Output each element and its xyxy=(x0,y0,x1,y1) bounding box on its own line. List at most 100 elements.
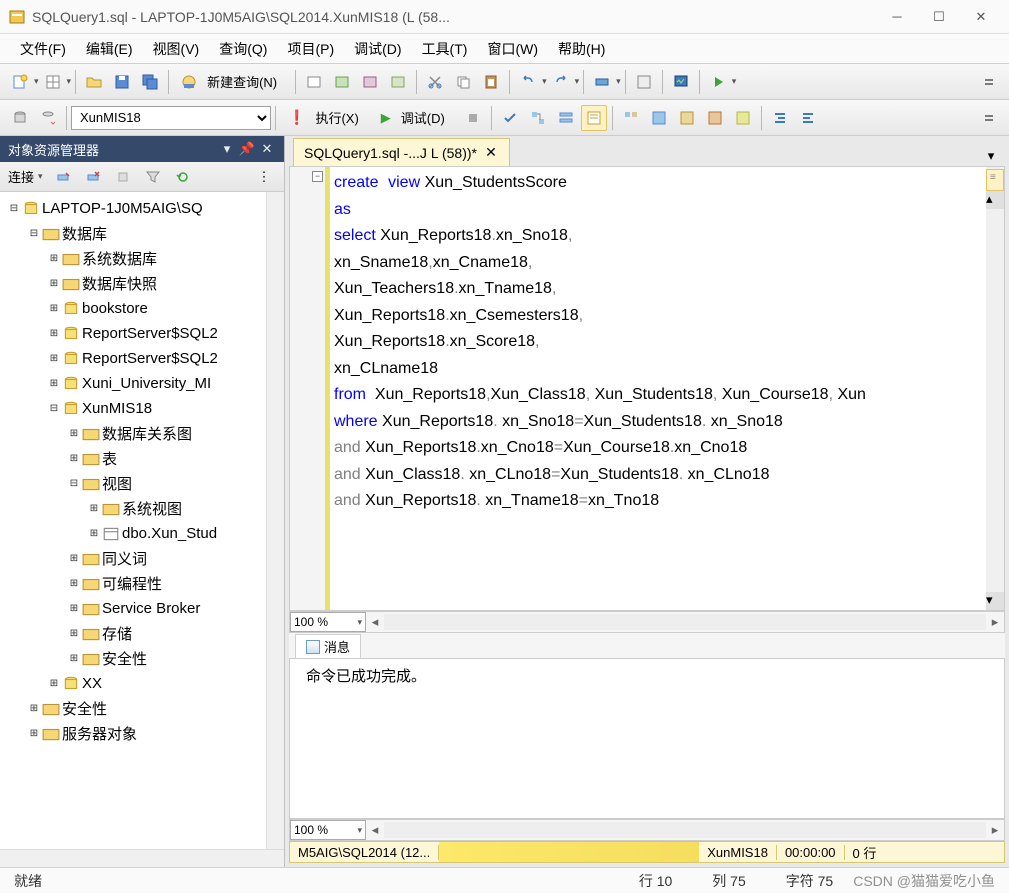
tb-icon-1[interactable] xyxy=(301,69,327,95)
execute-button[interactable]: ❗ 执行(X) xyxy=(281,105,372,131)
messages-pane[interactable]: 命令已成功完成。 xyxy=(289,659,1005,819)
options-icon[interactable] xyxy=(553,105,579,131)
tb-icon-2[interactable] xyxy=(329,69,355,95)
tree-horizontal-scrollbar[interactable] xyxy=(0,849,284,867)
copy-icon[interactable] xyxy=(450,69,476,95)
stop-icon[interactable] xyxy=(460,105,486,131)
tree-databases[interactable]: 数据库 xyxy=(0,221,266,246)
tab-close-icon[interactable]: ✕ xyxy=(483,145,499,161)
editor-margin[interactable]: − xyxy=(290,167,330,610)
undo-icon[interactable] xyxy=(515,69,541,95)
tree-vertical-scrollbar[interactable] xyxy=(266,192,284,849)
tree-db-rs1[interactable]: ReportServer$SQL2 xyxy=(0,321,266,346)
overflow-icon-2[interactable] xyxy=(976,105,1002,131)
sql-editor[interactable]: create view Xun_StudentsScore as select … xyxy=(330,167,986,610)
nav-back-icon[interactable] xyxy=(589,69,615,95)
redo-icon[interactable] xyxy=(548,69,574,95)
menu-tools[interactable]: 工具(T) xyxy=(412,36,478,62)
tree-snapshots[interactable]: 数据库快照 xyxy=(0,271,266,296)
tree-system-views[interactable]: 系统视图 xyxy=(0,496,266,521)
tree-db-security[interactable]: 安全性 xyxy=(0,646,266,671)
results-horizontal-scrollbar[interactable] xyxy=(384,822,986,838)
overflow-icon[interactable] xyxy=(976,69,1002,95)
db-change-icon[interactable] xyxy=(35,105,61,131)
res-hscroll-left-icon[interactable]: ◂ xyxy=(366,822,384,838)
tree-views[interactable]: 视图 xyxy=(0,471,266,496)
editor-horizontal-scrollbar[interactable] xyxy=(384,614,986,630)
menu-edit[interactable]: 编辑(E) xyxy=(76,36,143,62)
tree-security[interactable]: 安全性 xyxy=(0,696,266,721)
oe-overflow-icon[interactable]: ⋮ xyxy=(251,164,277,190)
results-tab-messages[interactable]: 消息 xyxy=(295,634,361,658)
tree-tables[interactable]: 表 xyxy=(0,446,266,471)
outdent-icon[interactable] xyxy=(795,105,821,131)
tb2-icon-a[interactable] xyxy=(618,105,644,131)
start-icon[interactable] xyxy=(705,69,731,95)
tree-server-objects[interactable]: 服务器对象 xyxy=(0,721,266,746)
tb2-icon-d[interactable] xyxy=(702,105,728,131)
tree-service-broker[interactable]: Service Broker xyxy=(0,596,266,621)
hscroll-left-icon[interactable]: ◂ xyxy=(366,614,384,630)
tree-server[interactable]: LAPTOP-1J0M5AIG\SQ xyxy=(0,196,266,221)
tree-db-xunmis18[interactable]: XunMIS18 xyxy=(0,396,266,421)
close-button[interactable]: ✕ xyxy=(961,3,1001,31)
oe-connect-icon[interactable] xyxy=(50,164,76,190)
new-query-button[interactable]: 新建查询(N) xyxy=(174,69,290,95)
save-all-icon[interactable] xyxy=(137,69,163,95)
maximize-button[interactable]: ☐ xyxy=(919,3,959,31)
panel-pin-icon[interactable]: 📌 xyxy=(238,140,256,158)
tree-db-xuni[interactable]: Xuni_University_MI xyxy=(0,371,266,396)
tb2-icon-e[interactable] xyxy=(730,105,756,131)
zoom-dropdown[interactable]: 100 % xyxy=(290,612,366,632)
indent-icon[interactable] xyxy=(767,105,793,131)
save-icon[interactable] xyxy=(109,69,135,95)
tree-db-bookstore[interactable]: bookstore xyxy=(0,296,266,321)
tab-sqlquery1[interactable]: SQLQuery1.sql -...J L (58))* ✕ xyxy=(293,138,510,166)
object-tree[interactable]: LAPTOP-1J0M5AIG\SQ 数据库 系统数据库 数据库快照 books… xyxy=(0,192,266,849)
oe-filter-icon[interactable] xyxy=(140,164,166,190)
tree-diagrams[interactable]: 数据库关系图 xyxy=(0,421,266,446)
tree-db-rs2[interactable]: ReportServer$SQL2 xyxy=(0,346,266,371)
connect-label[interactable]: 连接 xyxy=(6,167,36,186)
oe-refresh-icon[interactable] xyxy=(170,164,196,190)
tree-storage[interactable]: 存储 xyxy=(0,621,266,646)
minimize-button[interactable]: ─ xyxy=(877,3,917,31)
menu-query[interactable]: 查询(Q) xyxy=(209,36,277,62)
tb-icon-3[interactable] xyxy=(357,69,383,95)
properties-icon[interactable] xyxy=(631,69,657,95)
menu-project[interactable]: 项目(P) xyxy=(277,36,344,62)
oe-disconnect-icon[interactable] xyxy=(80,164,106,190)
oe-stop-icon[interactable] xyxy=(110,164,136,190)
tree-view-dbo[interactable]: dbo.Xun_Stud xyxy=(0,521,266,546)
panel-close-icon[interactable]: ✕ xyxy=(258,140,276,158)
tree-programmability[interactable]: 可编程性 xyxy=(0,571,266,596)
tree-sysdb[interactable]: 系统数据库 xyxy=(0,246,266,271)
tab-overflow-icon[interactable]: ▾ xyxy=(981,146,1001,166)
panel-dropdown-icon[interactable]: ▾ xyxy=(218,140,236,158)
activity-monitor-icon[interactable] xyxy=(668,69,694,95)
menu-window[interactable]: 窗口(W) xyxy=(477,36,548,62)
plan-icon[interactable] xyxy=(525,105,551,131)
tb2-icon-c[interactable] xyxy=(674,105,700,131)
hscroll-right-icon[interactable]: ▸ xyxy=(986,614,1004,630)
menu-debug[interactable]: 调试(D) xyxy=(344,36,411,62)
editor-vertical-scrollbar[interactable]: ▴▾ xyxy=(986,167,1004,610)
grid-icon[interactable] xyxy=(40,69,66,95)
res-hscroll-right-icon[interactable]: ▸ xyxy=(986,822,1004,838)
tree-db-xx[interactable]: XX xyxy=(0,671,266,696)
open-icon[interactable] xyxy=(81,69,107,95)
db-connect-icon[interactable] xyxy=(7,105,33,131)
tb2-icon-b[interactable] xyxy=(646,105,672,131)
database-dropdown[interactable]: XunMIS18 xyxy=(71,106,271,130)
debug-button[interactable]: ▶ 调试(D) xyxy=(374,105,458,131)
results-zoom-dropdown[interactable]: 100 % xyxy=(290,820,366,840)
menu-help[interactable]: 帮助(H) xyxy=(548,36,615,62)
cut-icon[interactable] xyxy=(422,69,448,95)
new-project-icon[interactable] xyxy=(7,69,33,95)
menu-view[interactable]: 视图(V) xyxy=(143,36,210,62)
paste-icon[interactable] xyxy=(478,69,504,95)
tree-synonyms[interactable]: 同义词 xyxy=(0,546,266,571)
tb-icon-4[interactable] xyxy=(385,69,411,95)
parse-icon[interactable] xyxy=(497,105,523,131)
menu-file[interactable]: 文件(F) xyxy=(10,36,76,62)
